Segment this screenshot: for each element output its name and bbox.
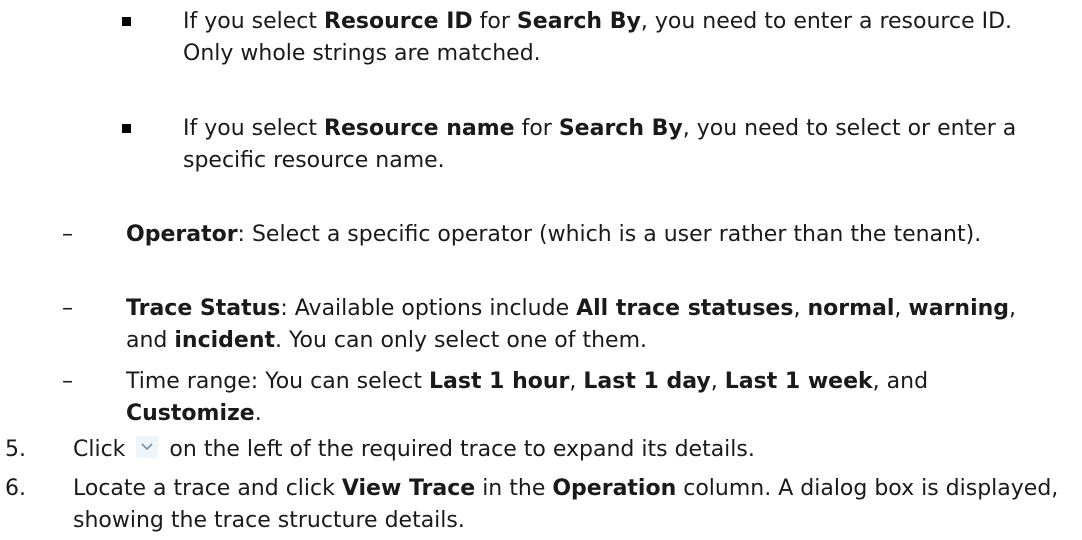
text-run: , [710,369,725,394]
bold-term: Search By [516,9,641,34]
text-run: : Select a specific operator (which is a… [237,222,982,247]
step-text-after: on the left of the required trace to exp… [169,437,755,462]
bold-term: incident [174,328,276,353]
bold-term: warning [908,296,1010,321]
dash-marker: – [62,222,73,247]
dash-item-text: Operator: Select a specific operator (wh… [126,219,1056,251]
text-run: Locate a trace and click [73,476,342,501]
text-run: for [472,9,517,34]
text-run: , [569,369,584,394]
square-bullet-icon [122,17,131,26]
text-run: If you select [183,116,325,141]
text-run: Time range: You can select [126,369,429,394]
bold-term: All trace statuses [576,296,794,321]
chevron-down-icon[interactable] [136,436,159,458]
text-run: : Available options include [280,296,577,321]
sq-bullet-text: If you select Resource name for Search B… [148,113,1068,177]
bold-term: Resource ID [324,9,473,34]
dash-item: – Time range: You can select Last 1 hour… [62,366,1056,430]
bold-term: Trace Status [126,296,281,321]
dash-item-text: Time range: You can select Last 1 hour , … [126,366,1056,430]
text-run: If you select [183,9,325,34]
text-run: for [514,116,559,141]
bold-term: Last 1 day [583,369,711,394]
text-run: , and [872,369,929,394]
sq-bullet-item: If you select Resource name for Search B… [122,113,1068,177]
step-item: 5. Click on the left of the required tra… [5,434,1063,466]
text-run: in the [475,476,553,501]
dash-item: – Operator: Select a specific operator (… [62,219,1056,251]
dash-item-text: Trace Status: Available options include … [126,293,1056,357]
dash-marker: – [62,369,73,394]
step-item: 6. Locate a trace and click View Trace i… [5,473,1063,537]
step-text: Click on the left of the required trace … [73,434,1063,466]
dash-marker: – [62,296,73,321]
text-run: , [793,296,808,321]
bold-term: Operator [126,222,238,247]
bold-term: Operation [552,476,677,501]
bold-term: Search By [558,116,683,141]
sq-bullet-item: If you select Resource ID for Search By,… [122,6,1068,70]
step-number: 6. [5,476,26,501]
step-text: Locate a trace and click View Trace in t… [73,473,1063,537]
square-bullet-icon [122,124,131,133]
bold-term: Last 1 hour [429,369,570,394]
step-number: 5. [5,437,26,462]
bold-term: Resource name [324,116,515,141]
bold-term: View Trace [341,476,476,501]
text-run: , [894,296,909,321]
step-text-before: Click [73,437,126,462]
text-run: . You can only select one of them. [275,328,647,353]
bold-term: normal [807,296,895,321]
bold-term: Customize [126,401,255,426]
dash-item: – Trace Status: Available options includ… [62,293,1056,357]
text-run: . [254,401,262,426]
sq-bullet-text: If you select Resource ID for Search By,… [148,6,1068,70]
bold-term: Last 1 week [724,369,873,394]
